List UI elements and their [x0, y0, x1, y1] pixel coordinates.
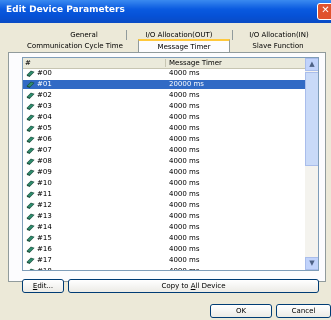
list-item[interactable]: #09 4000 ms [23, 168, 305, 177]
device-node-icon [26, 180, 35, 187]
message-timer-value: 4000 ms [169, 245, 200, 253]
device-node-icon [26, 70, 35, 77]
device-node-icon [26, 224, 35, 231]
message-timer-value: 4000 ms [169, 267, 200, 271]
device-number: #01 [37, 80, 52, 88]
message-timer-value: 4000 ms [169, 146, 200, 154]
device-number: #11 [37, 190, 52, 198]
scroll-up-button[interactable]: ▲ [305, 58, 318, 71]
message-timer-value: 4000 ms [169, 168, 200, 176]
column-header-device[interactable]: # [25, 58, 31, 68]
device-number: #10 [37, 179, 52, 187]
device-node-icon [26, 191, 35, 198]
device-number: #13 [37, 212, 52, 220]
list-item[interactable]: #15 4000 ms [23, 234, 305, 243]
list-item[interactable]: #01 20000 ms [23, 80, 305, 89]
list-item[interactable]: #12 4000 ms [23, 201, 305, 210]
device-node-icon [26, 136, 35, 143]
message-timer-value: 4000 ms [169, 113, 200, 121]
device-number: #08 [37, 157, 52, 165]
tab-slave-function[interactable]: Slave Function [232, 40, 324, 52]
list-item[interactable]: #02 4000 ms [23, 91, 305, 100]
list-item[interactable]: #17 4000 ms [23, 256, 305, 265]
message-timer-value: 4000 ms [169, 102, 200, 110]
message-timer-value: 4000 ms [169, 69, 200, 77]
message-timer-value: 4000 ms [169, 179, 200, 187]
device-node-icon [29, 268, 35, 270]
copy-to-all-device-button[interactable]: Copy to All Device [68, 279, 319, 293]
close-button[interactable]: ✕ [317, 3, 331, 20]
edit-device-parameters-dialog: Edit Device Parameters ✕ General I/O All… [0, 0, 331, 320]
device-number: #15 [37, 234, 52, 242]
message-timer-value: 4000 ms [169, 135, 200, 143]
list-item[interactable]: #16 4000 ms [23, 245, 305, 254]
device-number: #03 [37, 102, 52, 110]
list-item[interactable]: #08 4000 ms [23, 157, 305, 166]
cancel-button[interactable]: Cancel [276, 304, 331, 318]
ok-button[interactable]: OK [210, 304, 272, 318]
device-number: #12 [37, 201, 52, 209]
device-node-icon [26, 81, 35, 88]
list-item[interactable]: #03 4000 ms [23, 102, 305, 111]
device-node-icon [26, 246, 35, 253]
message-timer-value: 4000 ms [169, 234, 200, 242]
list-item[interactable]: #00 4000 ms [23, 69, 305, 78]
device-number: #18 [37, 267, 52, 271]
column-header-message-timer[interactable]: Message Timer [169, 58, 222, 68]
device-number: #14 [37, 223, 52, 231]
device-node-icon [26, 257, 35, 264]
device-node-icon [26, 158, 35, 165]
message-timer-value: 20000 ms [169, 80, 204, 88]
device-number: #17 [37, 256, 52, 264]
device-number: #02 [37, 91, 52, 99]
device-node-icon [26, 235, 35, 242]
message-timer-value: 4000 ms [169, 124, 200, 132]
list-item[interactable]: #11 4000 ms [23, 190, 305, 199]
title-bar[interactable]: Edit Device Parameters ✕ [0, 0, 331, 23]
device-number: #04 [37, 113, 52, 121]
message-timer-value: 4000 ms [169, 157, 200, 165]
list-item[interactable]: #05 4000 ms [23, 124, 305, 133]
device-node-icon [26, 202, 35, 209]
message-timer-value: 4000 ms [169, 212, 200, 220]
vertical-scrollbar[interactable]: ▲ ▼ [305, 58, 318, 270]
device-number: #09 [37, 168, 52, 176]
tab-message-timer[interactable]: Message Timer [138, 39, 230, 53]
device-number: #07 [37, 146, 52, 154]
message-timer-value: 4000 ms [169, 91, 200, 99]
device-number: #05 [37, 124, 52, 132]
message-timer-value: 4000 ms [169, 256, 200, 264]
device-node-icon [26, 125, 35, 132]
scroll-down-button[interactable]: ▼ [305, 257, 318, 270]
device-number: #06 [37, 135, 52, 143]
edit-button[interactable]: Edit... [22, 279, 64, 293]
list-item[interactable]: #06 4000 ms [23, 135, 305, 144]
list-item[interactable]: #18 4000 ms [23, 267, 305, 271]
tab-divider [126, 30, 127, 40]
list-item[interactable]: #13 4000 ms [23, 212, 305, 221]
message-timer-value: 4000 ms [169, 223, 200, 231]
device-node-icon [26, 213, 35, 220]
message-timer-list[interactable]: # Message Timer #00 4000 ms #01 20000 ms #02… [22, 57, 319, 271]
list-item[interactable]: #14 4000 ms [23, 223, 305, 232]
message-timer-value: 4000 ms [169, 201, 200, 209]
message-timer-value: 4000 ms [169, 190, 200, 198]
list-item[interactable]: #10 4000 ms [23, 179, 305, 188]
device-node-icon [26, 92, 35, 99]
dialog-title: Edit Device Parameters [6, 5, 125, 15]
tab-divider [232, 30, 233, 40]
tab-communication-cycle-time[interactable]: Communication Cycle Time [14, 40, 136, 52]
device-node-icon [26, 103, 35, 110]
device-number: #16 [37, 245, 52, 253]
list-header: # Message Timer [23, 58, 305, 69]
list-item[interactable]: #04 4000 ms [23, 113, 305, 122]
column-divider[interactable] [165, 59, 166, 67]
device-number: #00 [37, 69, 52, 77]
scroll-thumb[interactable] [305, 72, 318, 166]
device-node-icon [26, 114, 35, 121]
list-item[interactable]: #07 4000 ms [23, 146, 305, 155]
device-node-icon [26, 169, 35, 176]
device-node-icon [26, 147, 35, 154]
